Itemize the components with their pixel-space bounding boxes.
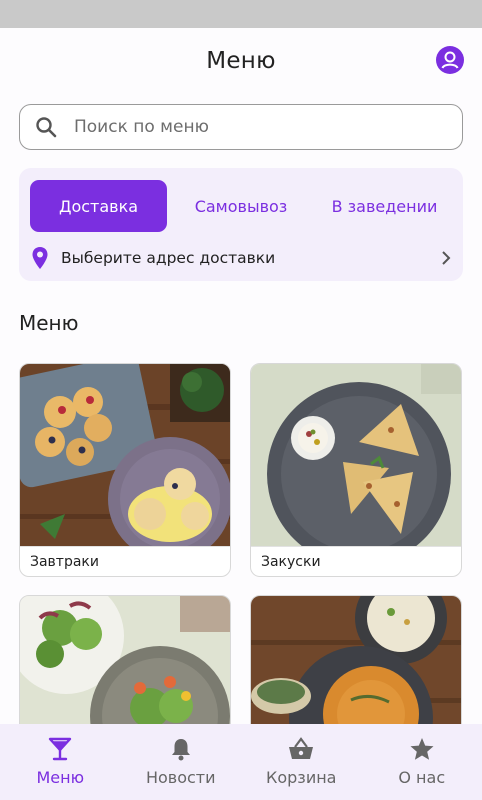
app-bar: Меню [0, 28, 482, 94]
nav-menu[interactable]: Меню [0, 724, 121, 800]
bottom-navigation: Меню Новости Корзина О нас [0, 724, 482, 800]
category-card-salads[interactable] [19, 595, 231, 735]
tab-delivery[interactable]: Доставка [30, 180, 167, 232]
section-title: Меню [19, 311, 79, 335]
profile-button[interactable] [436, 46, 464, 74]
search-bar[interactable] [19, 104, 463, 150]
soups-photo [251, 596, 461, 734]
nav-menu-label: Меню [36, 768, 85, 787]
category-label: Закуски [251, 546, 461, 576]
category-label: Завтраки [20, 546, 230, 576]
tab-pickup[interactable]: Самовывоз [177, 180, 305, 232]
location-pin-icon [32, 247, 48, 269]
nav-cart-label: Корзина [266, 768, 337, 787]
delivery-address-label: Выберите адрес доставки [61, 249, 276, 267]
bell-icon [171, 739, 190, 761]
nav-about[interactable]: О нас [362, 724, 482, 800]
order-mode-card: Доставка Самовывоз В заведении Выберите … [19, 168, 463, 281]
basket-icon [289, 737, 314, 759]
chevron-right-icon [442, 251, 451, 265]
nav-news[interactable]: Новости [121, 724, 242, 800]
order-mode-tabs: Доставка Самовывоз В заведении [30, 180, 454, 232]
search-icon [36, 117, 57, 138]
cocktail-icon [49, 737, 72, 761]
nav-about-label: О нас [398, 768, 446, 787]
search-input[interactable] [74, 117, 434, 137]
category-card-soups[interactable] [250, 595, 462, 735]
nav-news-label: Новости [145, 768, 216, 787]
page-title: Меню [206, 48, 276, 74]
star-icon [410, 738, 434, 760]
status-bar [0, 0, 482, 28]
category-card-breakfast[interactable]: Завтраки [19, 363, 231, 577]
tab-in-venue[interactable]: В заведении [315, 180, 454, 232]
appetizers-photo [251, 364, 461, 546]
salads-photo [20, 596, 230, 734]
category-card-appetizers[interactable]: Закуски [250, 363, 462, 577]
breakfast-photo [20, 364, 230, 546]
user-icon [437, 47, 463, 73]
delivery-address-row[interactable]: Выберите адрес доставки [31, 244, 453, 272]
nav-cart[interactable]: Корзина [241, 724, 362, 800]
